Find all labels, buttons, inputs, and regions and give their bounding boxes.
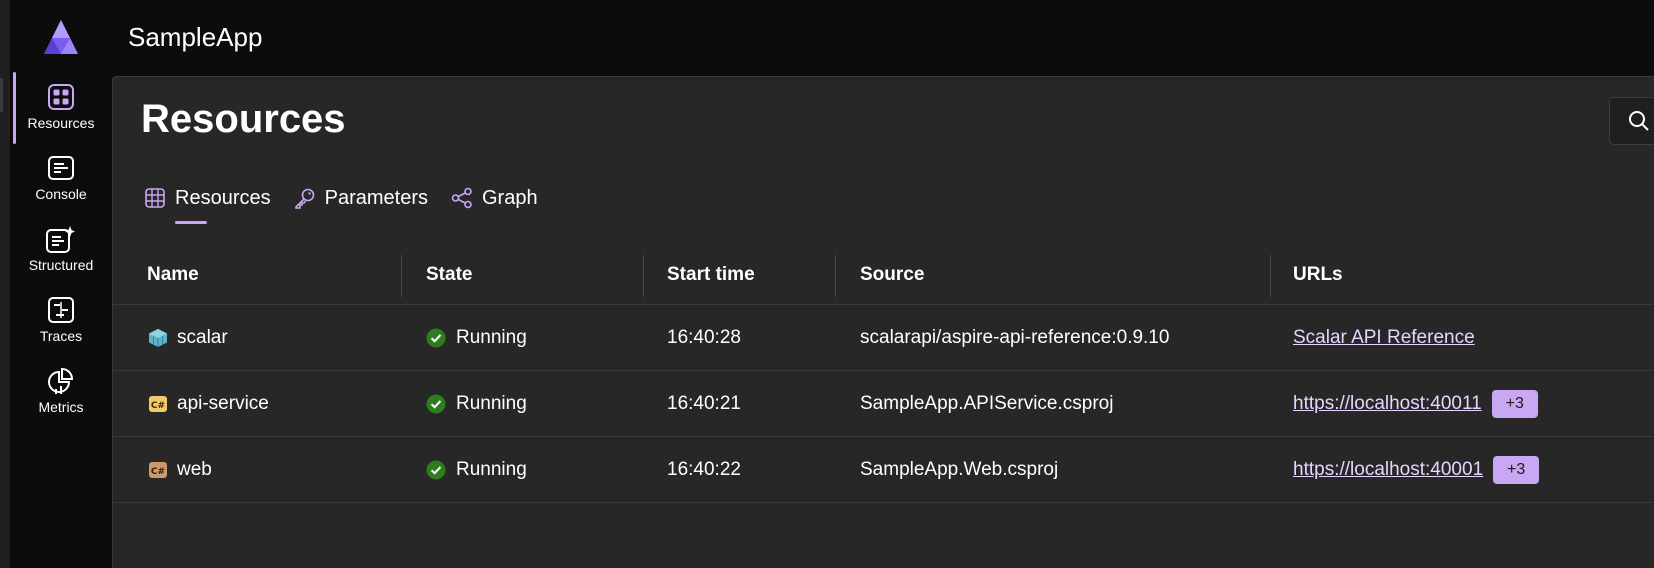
urls-cell: https://localhost:40011 +3 — [1293, 371, 1538, 437]
resource-name: scalar — [177, 327, 228, 348]
nav-label: Traces — [39, 328, 83, 344]
tab-label: Graph — [481, 186, 538, 209]
structured-logs-icon — [46, 224, 76, 254]
resource-name-cell: scalar — [147, 305, 228, 371]
resource-name: api-service — [177, 393, 269, 414]
edge-tick — [0, 78, 3, 112]
column-resize-handle[interactable] — [643, 255, 644, 297]
column-resize-handle[interactable] — [1270, 255, 1271, 297]
nav-item-resources[interactable]: Resources — [10, 72, 112, 144]
top-bar: SampleApp — [112, 0, 1654, 76]
endpoint-link[interactable]: https://localhost:40001 — [1293, 459, 1483, 481]
running-check-icon — [426, 328, 446, 348]
urls-cell: https://localhost:40001 +3 — [1293, 437, 1540, 503]
resource-name-cell: C# api-service — [147, 371, 269, 437]
table-row[interactable]: C# api-service Running 16:40:21 SampleAp… — [113, 371, 1654, 437]
nav-item-console[interactable]: Console — [10, 143, 112, 215]
nav-item-traces[interactable]: Traces — [10, 285, 112, 357]
search-icon — [1628, 110, 1650, 137]
tab-parameters[interactable]: Parameters — [293, 181, 428, 215]
table-header: Name State Start time Source URLs — [113, 245, 1654, 305]
column-header-source[interactable]: Source — [860, 245, 924, 305]
resource-name-cell: C# web — [147, 437, 212, 503]
tab-resources[interactable]: Resources — [143, 181, 271, 224]
app-title[interactable]: SampleApp — [128, 22, 262, 53]
nav-label: Metrics — [38, 399, 84, 415]
app-window: Resources Console Structured Traces Metr… — [0, 0, 1654, 568]
resources-grid-icon — [46, 82, 76, 112]
svg-text:C#: C# — [151, 467, 165, 477]
side-nav: Resources Console Structured Traces Metr… — [10, 0, 112, 568]
column-header-name[interactable]: Name — [147, 245, 199, 305]
nav-label: Resources — [27, 115, 95, 131]
aspire-logo-icon[interactable] — [40, 18, 82, 58]
tab-label: Resources — [175, 186, 271, 209]
column-resize-handle[interactable] — [835, 255, 836, 297]
container-icon — [147, 327, 169, 349]
tab-active-underline — [175, 221, 207, 224]
tab-graph[interactable]: Graph — [450, 181, 538, 215]
share-graph-icon — [450, 186, 474, 210]
resource-name: web — [177, 459, 212, 480]
svg-text:C#: C# — [151, 401, 165, 411]
table-row[interactable]: scalar Running 16:40:28 scalarapi/aspire… — [113, 305, 1654, 371]
state-text: Running — [456, 393, 527, 414]
state-cell: Running — [426, 305, 527, 371]
nav-item-metrics[interactable]: Metrics — [10, 356, 112, 428]
column-header-urls[interactable]: URLs — [1293, 245, 1343, 305]
source-cell: scalarapi/aspire-api-reference:0.9.10 — [860, 327, 1170, 348]
table-row[interactable]: C# web Running 16:40:22 SampleApp.Web.cs… — [113, 437, 1654, 503]
column-header-start-time[interactable]: Start time — [667, 245, 755, 305]
running-check-icon — [426, 394, 446, 414]
start-time-cell: 16:40:22 — [667, 459, 741, 480]
running-check-icon — [426, 460, 446, 480]
source-cell: SampleApp.Web.csproj — [860, 459, 1059, 480]
source-cell: SampleApp.APIService.csproj — [860, 393, 1114, 414]
state-cell: Running — [426, 371, 527, 437]
start-time-cell: 16:40:21 — [667, 393, 741, 414]
column-header-state[interactable]: State — [426, 245, 472, 305]
state-text: Running — [456, 327, 527, 348]
key-icon — [293, 186, 317, 210]
endpoint-link[interactable]: https://localhost:40011 — [1293, 393, 1482, 415]
nav-label: Console — [35, 186, 87, 202]
endpoint-link[interactable]: Scalar API Reference — [1293, 327, 1475, 349]
state-cell: Running — [426, 437, 527, 503]
nav-active-indicator — [13, 72, 16, 144]
csharp-project-icon: C# — [147, 459, 169, 481]
table-grid-icon — [143, 186, 167, 210]
column-resize-handle[interactable] — [401, 255, 402, 297]
search-input[interactable] — [1609, 97, 1654, 145]
nav-item-structured[interactable]: Structured — [10, 214, 112, 286]
start-time-cell: 16:40:28 — [667, 327, 741, 348]
more-urls-badge[interactable]: +3 — [1493, 456, 1540, 484]
main-panel: Resources Resources Parameters Graph Nam… — [112, 76, 1654, 568]
resources-table: Name State Start time Source URLs scalar… — [113, 245, 1654, 503]
metrics-icon — [46, 366, 76, 396]
page-title: Resources — [141, 97, 346, 141]
tab-label: Parameters — [324, 186, 428, 209]
traces-icon — [46, 295, 76, 325]
more-urls-badge[interactable]: +3 — [1491, 390, 1538, 418]
urls-cell: Scalar API Reference — [1293, 305, 1475, 371]
csharp-project-icon: C# — [147, 393, 169, 415]
view-tabs: Resources Parameters Graph — [143, 181, 560, 224]
nav-label: Structured — [28, 257, 94, 273]
window-edge — [0, 0, 10, 568]
console-icon — [46, 153, 76, 183]
state-text: Running — [456, 459, 527, 480]
